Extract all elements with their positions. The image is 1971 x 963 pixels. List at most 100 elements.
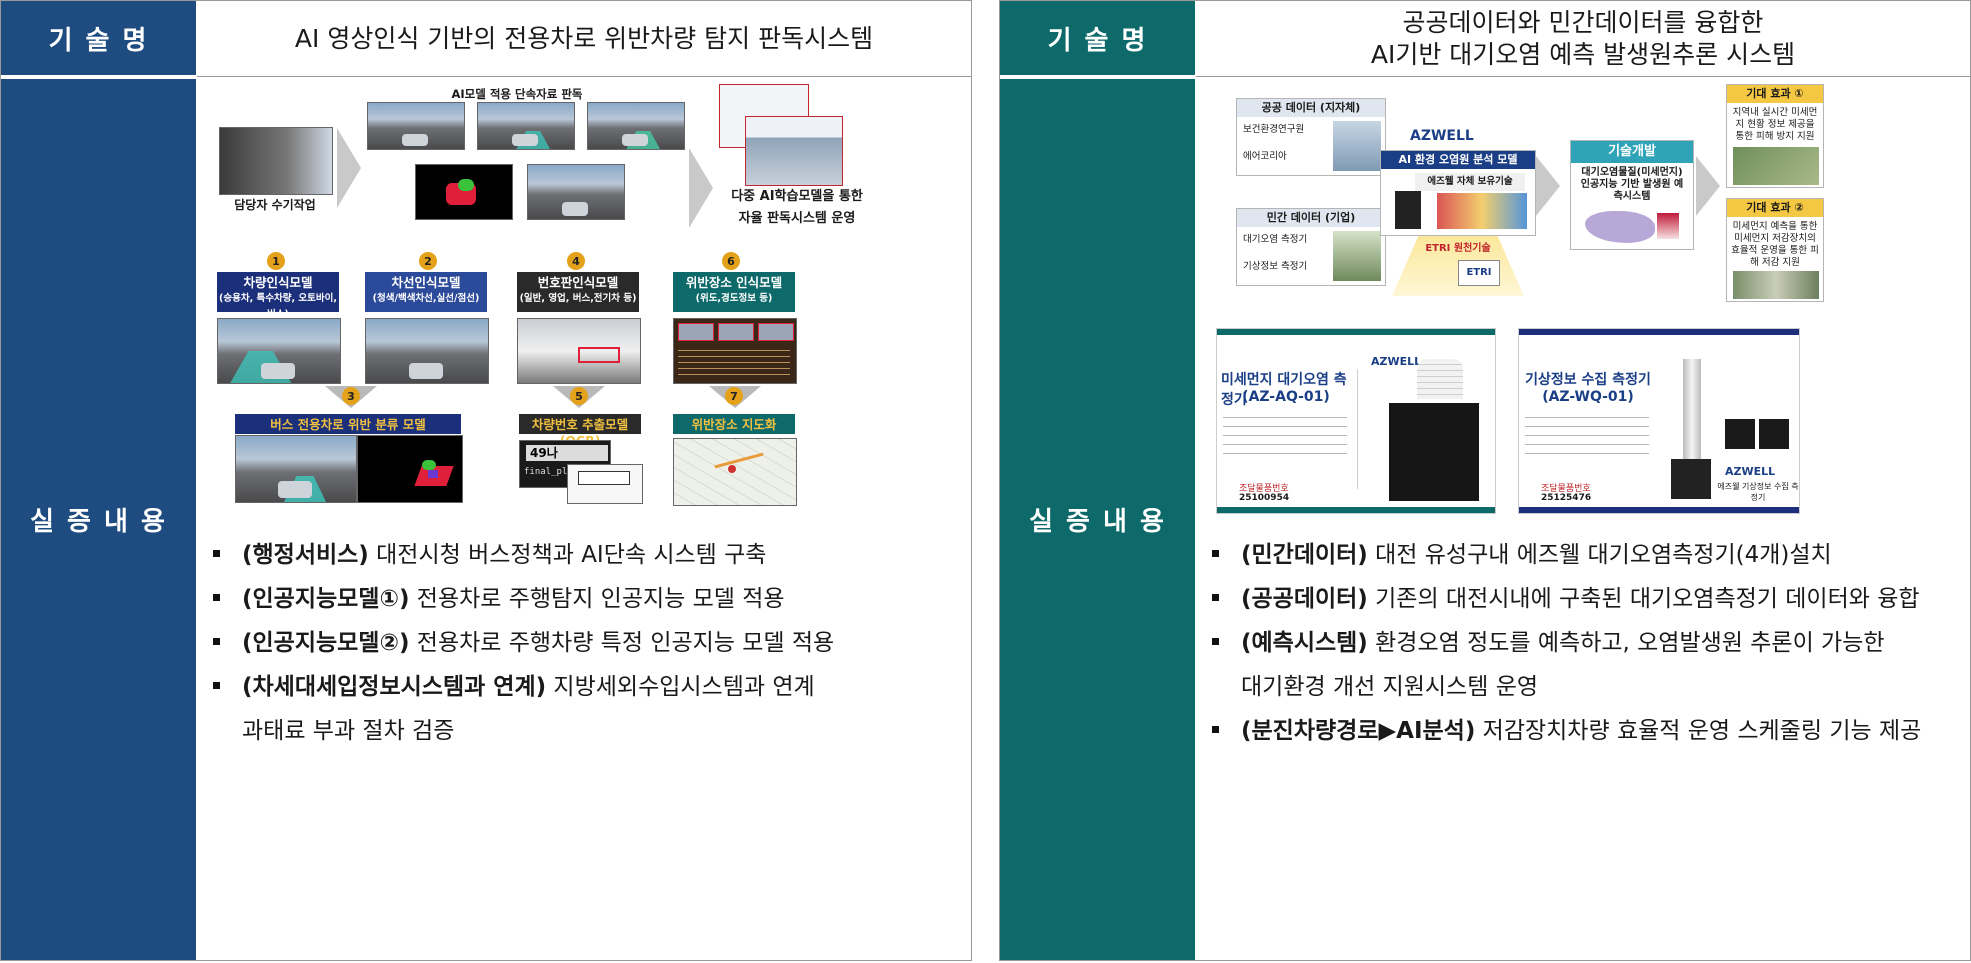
segmentation-mask bbox=[415, 164, 513, 220]
model-badge-7: 7 bbox=[725, 387, 743, 405]
model-plate-sub: (일반, 영업, 버스,전기차 등) bbox=[519, 293, 637, 304]
analysis-frame-1 bbox=[367, 102, 465, 150]
right-bullet-2: (공공데이터) 기존의 대전시내에 구축된 대기오염측정기 데이터와 융합 bbox=[1206, 584, 1964, 614]
product2-title: 기상정보 수집 측정기 bbox=[1525, 372, 1651, 388]
public-item-2: 에어코리아 bbox=[1243, 151, 1287, 162]
plate-text: 49나 bbox=[526, 445, 608, 461]
model-badge-5: 5 bbox=[570, 387, 588, 405]
result-caption-2: 자율 판독시스템 운영 bbox=[738, 211, 856, 226]
left-bullet-4: (차세대세입정보시스템과 연계) 지방세외수입시스템과 연계 bbox=[207, 672, 965, 702]
effect2-header: 기대 효과 ② bbox=[1727, 199, 1823, 217]
product2-reg-no: 25125476 bbox=[1541, 493, 1592, 503]
lane-detect-image bbox=[365, 318, 489, 384]
flow-arrow-2 bbox=[689, 148, 713, 228]
left-bullet-4-cont: 과태료 부과 절차 검증 bbox=[242, 718, 455, 744]
product2-desc-lines bbox=[1525, 417, 1649, 461]
right-arrow-2 bbox=[1696, 156, 1720, 216]
product1-reg-no: 25100954 bbox=[1239, 493, 1290, 503]
private-data-header: 민간 데이터 (기업) bbox=[1237, 209, 1385, 227]
model-lane-title: 차선인식모델 bbox=[391, 275, 461, 290]
right-bullet-4: (분진차량경로▶AI분석) 저감장치차량 효율적 운영 스케줄링 기능 제공 bbox=[1206, 716, 1964, 746]
product2-caption: 에즈웰 기상정보 수집 측정기 bbox=[1717, 482, 1799, 502]
model-lane: 차선인식모델 (청색/백색차선,실선/점선) bbox=[365, 272, 487, 312]
public-item-1: 보건환경연구원 bbox=[1243, 124, 1305, 135]
left-title-label: 기 술 명 bbox=[1, 1, 196, 77]
right-title-line-1: 공공데이터와 민간데이터를 융합한 bbox=[1402, 7, 1764, 37]
violation-map bbox=[673, 438, 797, 506]
model-badge-4: 4 bbox=[567, 252, 585, 270]
model-badge-3: 3 bbox=[342, 387, 360, 405]
product-card-2: 기상정보 수집 측정기 (AZ-WQ-01) 조달물품번호 25125476 A… bbox=[1518, 328, 1800, 514]
right-tech-title: 공공데이터와 민간데이터를 융합한 AI기반 대기오염 예측 발생원추론 시스템 bbox=[1196, 1, 1970, 77]
left-bullet-3: (인공지능모델②) 전용차로 주행차량 특정 인공지능 모델 적용 bbox=[207, 628, 965, 658]
product-card-1: 미세먼지 대기오염 측정기 (AZ-AQ-01) 조달물품번호 25100954… bbox=[1216, 328, 1496, 514]
right-panel: 기 술 명 실 증 내 용 공공데이터와 민간데이터를 융합한 AI기반 대기오염… bbox=[999, 0, 1971, 961]
product1-desc-lines bbox=[1223, 417, 1347, 461]
left-bullet-1: (행정서비스) 대전시청 버스정책과 AI단속 시스템 구축 bbox=[207, 540, 965, 570]
worker-caption: 담당자 수기작업 bbox=[234, 198, 316, 212]
bus-lane-mask bbox=[357, 435, 463, 503]
model-ocr: 차량번호 추출모델(OCR) bbox=[519, 414, 641, 448]
public-data-header: 공공 데이터 (지자체) bbox=[1237, 99, 1385, 117]
model-badge-1: 1 bbox=[267, 252, 285, 270]
left-content: 담당자 수기작업 AI모델 적용 단속자료 판독 다중 AI학습모델을 통한 자… bbox=[197, 78, 971, 960]
model-location-title: 위반장소 인식모델 bbox=[685, 275, 783, 290]
product1-brand: AZWELL bbox=[1371, 355, 1422, 368]
own-tech-label: 에즈웰 자체 보유기술 bbox=[1415, 173, 1525, 191]
right-title-label: 기 술 명 bbox=[1000, 1, 1195, 77]
right-bullet-3-cont: 대기환경 개선 지원시스템 운영 bbox=[1241, 674, 1539, 700]
model-location-sub: (위도,경도정보 등) bbox=[695, 293, 773, 304]
model-car-title: 차량인식모델 bbox=[243, 275, 313, 290]
effect2-body: 미세먼지 예측을 통한 미세먼지 저감장치의 효율적 운영을 통한 피해 저감 … bbox=[1731, 221, 1819, 268]
plate-detect-image bbox=[517, 318, 641, 384]
product1-model: (AZ-AQ-01) bbox=[1242, 389, 1330, 405]
location-detect-image bbox=[673, 318, 797, 384]
model-map: 위반장소 지도화 bbox=[673, 414, 795, 434]
product2-model: (AZ-WQ-01) bbox=[1542, 389, 1634, 405]
analysis-frame-3 bbox=[587, 102, 685, 150]
private-data-box: 민간 데이터 (기업) 대기오염 측정기 기상정보 측정기 bbox=[1236, 208, 1386, 286]
ocr-popup bbox=[567, 464, 643, 504]
tech-dev-box: 기술개발 대기오염물질(미세먼지) 인공지능 기반 발생원 예측시스템 bbox=[1570, 140, 1694, 250]
model-car: 차량인식모델 (승용차, 특수차량, 오토바이, 버스) bbox=[217, 272, 339, 320]
effect1-header: 기대 효과 ① bbox=[1727, 85, 1823, 103]
result-caption-1: 다중 AI학습모델을 통한 bbox=[731, 189, 863, 204]
model-bus-lane: 버스 전용차로 위반 분류 모델 bbox=[235, 414, 461, 434]
model-badge-6: 6 bbox=[722, 252, 740, 270]
model-badge-2: 2 bbox=[419, 252, 437, 270]
ai-model-header: AI 환경 오염원 분석 모델 bbox=[1381, 151, 1535, 169]
analysis-frame-4 bbox=[527, 164, 625, 220]
left-tech-title: AI 영상인식 기반의 전용차로 위반차량 탐지 판독시스템 bbox=[197, 1, 971, 77]
etri-label: ETRI 원천기술 bbox=[1425, 243, 1491, 254]
model-plate-title: 번호판인식모델 bbox=[537, 275, 619, 290]
right-title-line-2: AI기반 대기오염 예측 발생원추론 시스템 bbox=[1370, 39, 1796, 69]
product2-device bbox=[1683, 359, 1701, 459]
right-content-label: 실 증 내 용 bbox=[1000, 79, 1195, 960]
bus-lane-image bbox=[235, 435, 357, 503]
effect1-body: 지역내 실시간 미세먼지 현황 정보 제공을 통한 피해 방지 지원 bbox=[1732, 107, 1818, 142]
tech-dev-header: 기술개발 bbox=[1571, 141, 1693, 163]
effect2-box: 기대 효과 ② 미세먼지 예측을 통한 미세먼지 저감장치의 효율적 운영을 통… bbox=[1726, 198, 1824, 302]
private-item-1: 대기오염 측정기 bbox=[1243, 234, 1308, 245]
public-data-box: 공공 데이터 (지자체) 보건환경연구원 에어코리아 bbox=[1236, 98, 1386, 176]
right-content: 공공 데이터 (지자체) 보건환경연구원 에어코리아 민간 데이터 (기업) 대… bbox=[1196, 78, 1970, 960]
right-bullet-3: (예측시스템) 환경오염 정도를 예측하고, 오염발생원 추론이 가능한 bbox=[1206, 628, 1964, 658]
model-lane-sub: (청색/백색차선,실선/점선) bbox=[372, 293, 480, 304]
analysis-frame-2 bbox=[477, 102, 575, 150]
flow-arrow-1 bbox=[337, 128, 361, 208]
effect1-box: 기대 효과 ① 지역내 실시간 미세먼지 현황 정보 제공을 통한 피해 방지 … bbox=[1726, 84, 1824, 188]
model-plate: 번호판인식모델 (일반, 영업, 버스,전기차 등) bbox=[517, 272, 639, 312]
right-bullet-1: (민간데이터) 대전 유성구내 에즈웰 대기오염측정기(4개)설치 bbox=[1206, 540, 1964, 570]
product1-device bbox=[1417, 359, 1463, 399]
product2-brand: AZWELL bbox=[1725, 465, 1776, 478]
right-arrow-1 bbox=[1536, 156, 1560, 216]
left-content-label: 실 증 내 용 bbox=[1, 79, 196, 960]
azwell-logo: AZWELL bbox=[1410, 128, 1474, 144]
worker-photo bbox=[219, 127, 333, 195]
tech-dev-body: 대기오염물질(미세먼지) 인공지능 기반 발생원 예측시스템 bbox=[1580, 167, 1684, 202]
private-item-2: 기상정보 측정기 bbox=[1243, 261, 1308, 272]
car-detect-image bbox=[217, 318, 341, 384]
result-screen-front bbox=[745, 116, 843, 186]
model-location: 위반장소 인식모델 (위도,경도정보 등) bbox=[673, 272, 795, 312]
left-bullet-2: (인공지능모델①) 전용차로 주행탐지 인공지능 모델 적용 bbox=[207, 584, 965, 614]
